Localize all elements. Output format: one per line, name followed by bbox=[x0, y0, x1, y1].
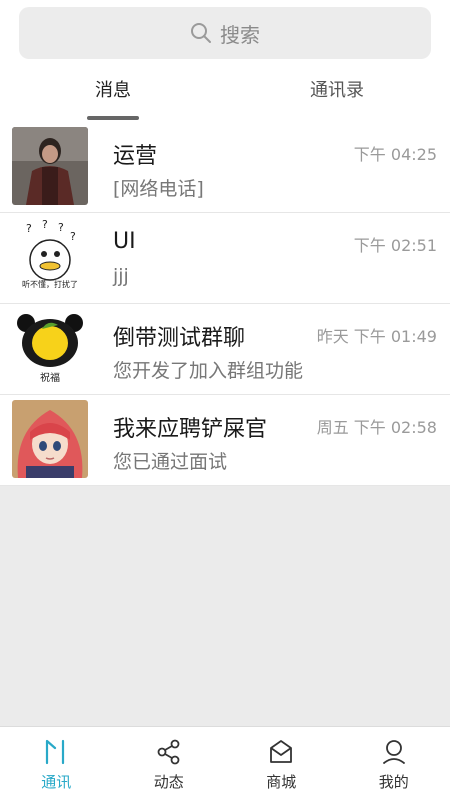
nav-chat[interactable]: 通讯 bbox=[0, 727, 113, 800]
nav-moments[interactable]: 动态 bbox=[113, 727, 226, 800]
conversation-name: UI bbox=[113, 229, 136, 254]
user-icon bbox=[382, 740, 405, 764]
active-tab-indicator bbox=[87, 116, 139, 120]
tab-contacts[interactable]: 通讯录 bbox=[262, 76, 412, 102]
conversation-time: 下午 02:51 bbox=[353, 236, 437, 255]
bottom-navigation: 通讯 动态 商城 我的 bbox=[0, 726, 450, 800]
conversation-row-operations[interactable]: 运营 下午 04:25 [网络电话] bbox=[0, 122, 450, 213]
conversation-row-ui[interactable]: ? ? ? ? 听不懂，打扰了 UI 下午 02:51 jjj bbox=[0, 213, 450, 304]
conversation-time: 下午 04:25 bbox=[353, 145, 437, 164]
conversation-name: 运营 bbox=[113, 144, 158, 169]
conversation-time: 昨天 下午 01:49 bbox=[316, 327, 437, 346]
conversation-preview: jjj bbox=[113, 265, 129, 287]
nav-mall-label: 商城 bbox=[266, 773, 297, 791]
conversation-preview: 您已通过面试 bbox=[113, 451, 228, 473]
avatar bbox=[12, 127, 88, 205]
svg-text:?: ? bbox=[26, 222, 32, 235]
top-header: 搜索 消息 通讯录 bbox=[0, 0, 450, 122]
search-icon bbox=[191, 23, 211, 43]
nav-me-label: 我的 bbox=[378, 773, 409, 791]
avatar: ? ? ? ? 听不懂，打扰了 bbox=[12, 218, 88, 296]
avatar-caption: 祝福 bbox=[40, 373, 60, 384]
tab-messages[interactable]: 消息 bbox=[38, 76, 188, 102]
avatar: 祝福 bbox=[12, 309, 88, 387]
nav-moments-label: 动态 bbox=[153, 773, 184, 791]
nav-chat-label: 通讯 bbox=[41, 773, 72, 791]
mail-icon bbox=[270, 740, 293, 763]
conversation-preview: 您开发了加入群组功能 bbox=[113, 360, 304, 382]
search-bar[interactable]: 搜索 bbox=[19, 7, 431, 59]
svg-text:?: ? bbox=[58, 221, 64, 234]
conversation-row-group-chat[interactable]: 祝福 倒带测试群聊 昨天 下午 01:49 您开发了加入群组功能 bbox=[0, 304, 450, 395]
conversation-name: 我来应聘铲屎官 bbox=[113, 417, 268, 442]
conversation-list: 运营 下午 04:25 [网络电话] ? ? ? ? 听不懂，打扰了 UI 下午… bbox=[0, 122, 450, 486]
avatar bbox=[12, 400, 88, 478]
nav-mall[interactable]: 商城 bbox=[225, 727, 338, 800]
search-label: 搜索 bbox=[220, 22, 260, 47]
svg-text:?: ? bbox=[42, 218, 48, 231]
conversation-name: 倒带测试群聊 bbox=[113, 326, 246, 351]
conversation-time: 周五 下午 02:58 bbox=[316, 418, 437, 437]
nav-me[interactable]: 我的 bbox=[338, 727, 450, 800]
conversation-preview: [网络电话] bbox=[113, 178, 204, 200]
chat-icon bbox=[46, 739, 65, 765]
share-icon bbox=[157, 739, 180, 765]
avatar-caption: 听不懂，打扰了 bbox=[22, 280, 78, 289]
conversation-row-pet-sitter[interactable]: 我来应聘铲屎官 周五 下午 02:58 您已通过面试 bbox=[0, 395, 450, 486]
svg-text:?: ? bbox=[70, 230, 76, 243]
